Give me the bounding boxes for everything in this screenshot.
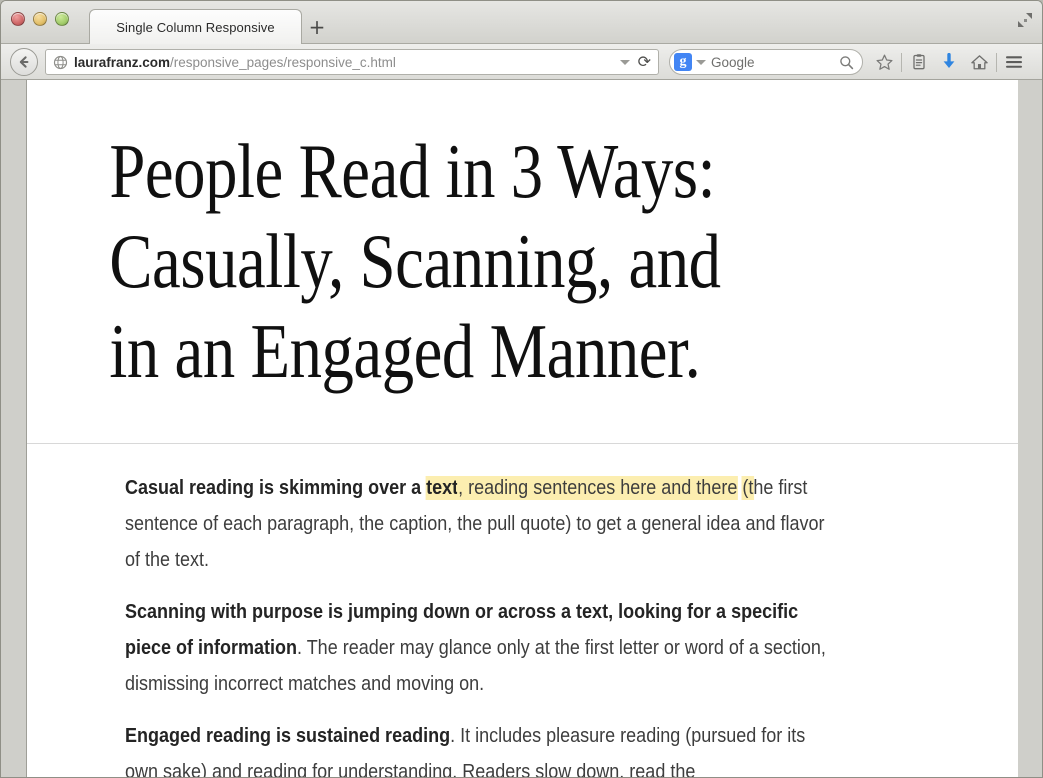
- bookmark-star-icon[interactable]: [869, 49, 899, 75]
- address-bar-actions: ⟳: [619, 54, 658, 70]
- new-tab-button[interactable]: +: [304, 15, 330, 39]
- chevron-down-icon[interactable]: [619, 59, 630, 65]
- headline-line-1: People Read in 3 Ways:: [109, 128, 716, 214]
- paragraph-engaged: Engaged reading is sustained reading. It…: [125, 718, 841, 777]
- search-bar[interactable]: g Google: [669, 49, 863, 75]
- toolbar-divider: [996, 52, 997, 72]
- highlight-run-1: , reading sentences here and there: [458, 477, 738, 499]
- zoom-button[interactable]: [55, 12, 69, 26]
- google-badge-icon: g: [674, 53, 692, 71]
- downloads-arrow-icon[interactable]: [934, 49, 964, 75]
- window-frame-right: [1016, 80, 1042, 777]
- headline-line-3: in an Engaged Manner.: [109, 308, 701, 394]
- page-viewport: People Read in 3 Ways: Casually, Scanning…: [27, 80, 1018, 777]
- horizontal-rule: [27, 443, 1018, 444]
- paragraph-scanning: Scanning with purpose is jumping down or…: [125, 594, 841, 702]
- url-path: /responsive_pages/responsive_c.html: [170, 54, 396, 70]
- close-button[interactable]: [11, 12, 25, 26]
- address-bar[interactable]: laurafranz.com/responsive_pages/responsi…: [45, 49, 659, 75]
- paragraph-casual-reading: Casual reading is skimming over a text, …: [125, 470, 841, 578]
- paragraph-lead-plain: Casual reading is skimming over a: [125, 477, 427, 499]
- navigation-toolbar: laurafranz.com/responsive_pages/responsi…: [1, 44, 1042, 80]
- article-body: Casual reading is skimming over a text, …: [125, 470, 841, 777]
- globe-icon: [53, 55, 68, 70]
- minimize-button[interactable]: [33, 12, 47, 26]
- page-headline: People Read in 3 Ways: Casually, Scanning…: [27, 80, 781, 396]
- paragraph-lead: Engaged reading is sustained reading: [125, 725, 451, 747]
- back-arrow-icon[interactable]: [10, 48, 38, 76]
- maximize-icon[interactable]: [1014, 9, 1036, 31]
- hamburger-menu-icon[interactable]: [999, 49, 1029, 75]
- title-bar: Single Column Responsive +: [1, 1, 1042, 44]
- toolbar-icons: [869, 49, 1029, 75]
- toolbar-divider: [901, 52, 902, 72]
- paragraph-lead-highlight: text: [426, 477, 459, 499]
- window-controls: [11, 12, 69, 26]
- url-domain: laurafranz.com: [74, 54, 171, 70]
- home-icon[interactable]: [964, 49, 994, 75]
- reload-icon[interactable]: ⟳: [638, 54, 651, 70]
- search-input[interactable]: Google: [711, 55, 755, 70]
- headline-line-2: Casually, Scanning, and: [109, 218, 721, 304]
- browser-tab[interactable]: Single Column Responsive: [89, 9, 302, 44]
- window-frame-left: [1, 80, 27, 777]
- url-text: laurafranz.com/responsive_pages/responsi…: [74, 55, 396, 70]
- highlight-run-2: (t: [742, 477, 754, 499]
- browser-window: Single Column Responsive + laurafranz.co…: [0, 0, 1043, 778]
- reading-list-icon[interactable]: [904, 49, 934, 75]
- chevron-down-icon[interactable]: [696, 59, 706, 65]
- tab-title: Single Column Responsive: [116, 19, 275, 35]
- magnifier-icon[interactable]: [839, 55, 862, 70]
- plus-icon: +: [308, 15, 326, 39]
